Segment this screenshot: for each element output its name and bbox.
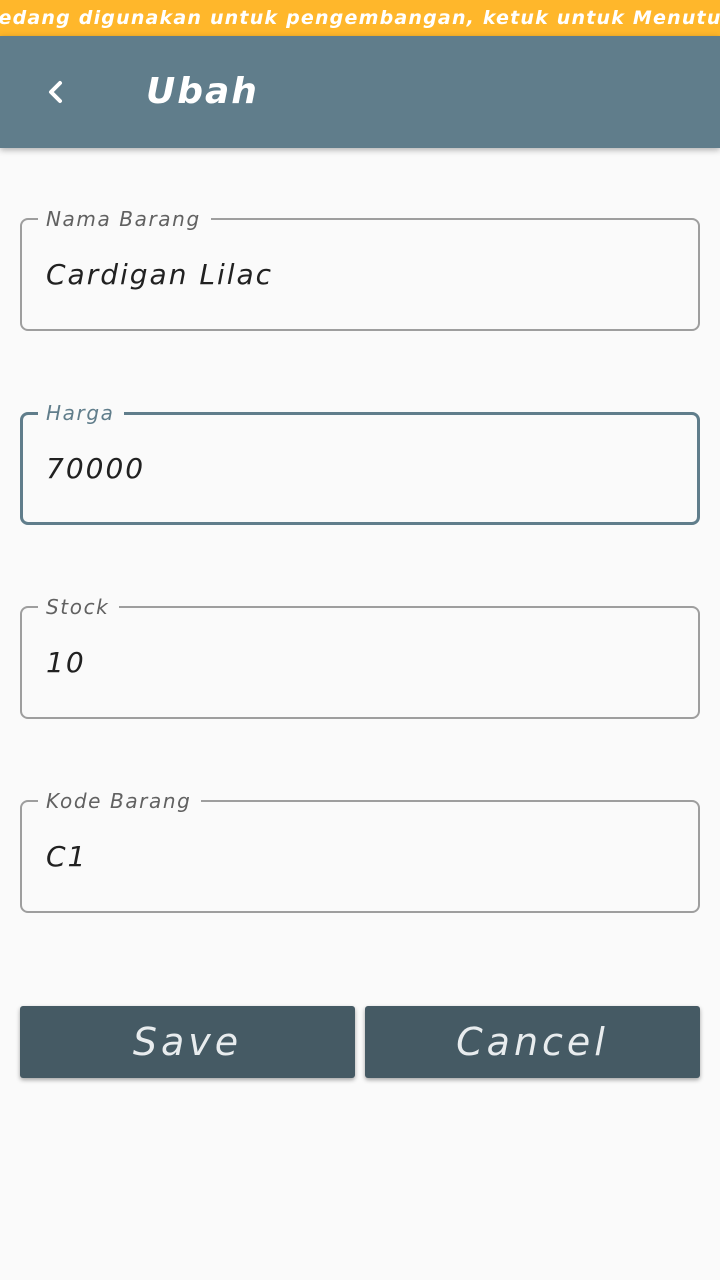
harga-field[interactable]: Harga [20,400,700,525]
kode-barang-label: Kode Barang [38,788,202,814]
nama-barang-label: Nama Barang [38,206,211,232]
nama-barang-input[interactable] [46,252,666,296]
harga-label: Harga [38,400,125,426]
back-button[interactable] [30,66,82,118]
dev-mode-banner-text: Sedang digunakan untuk pengembangan, ket… [0,7,720,29]
harga-input[interactable] [46,446,666,490]
kode-barang-input[interactable] [46,834,666,878]
stock-label: Stock [38,594,120,620]
stock-field[interactable]: Stock [20,594,700,719]
save-button[interactable]: Save [20,1006,355,1078]
stock-input[interactable] [46,640,666,684]
kode-barang-field[interactable]: Kode Barang [20,788,700,913]
dev-mode-banner[interactable]: Sedang digunakan untuk pengembangan, ket… [0,0,720,36]
page-title: Ubah [146,71,259,112]
app-bar: Ubah [0,36,720,148]
cancel-button[interactable]: Cancel [365,1006,700,1078]
chevron-left-icon [49,81,62,103]
nama-barang-field[interactable]: Nama Barang [20,206,700,331]
